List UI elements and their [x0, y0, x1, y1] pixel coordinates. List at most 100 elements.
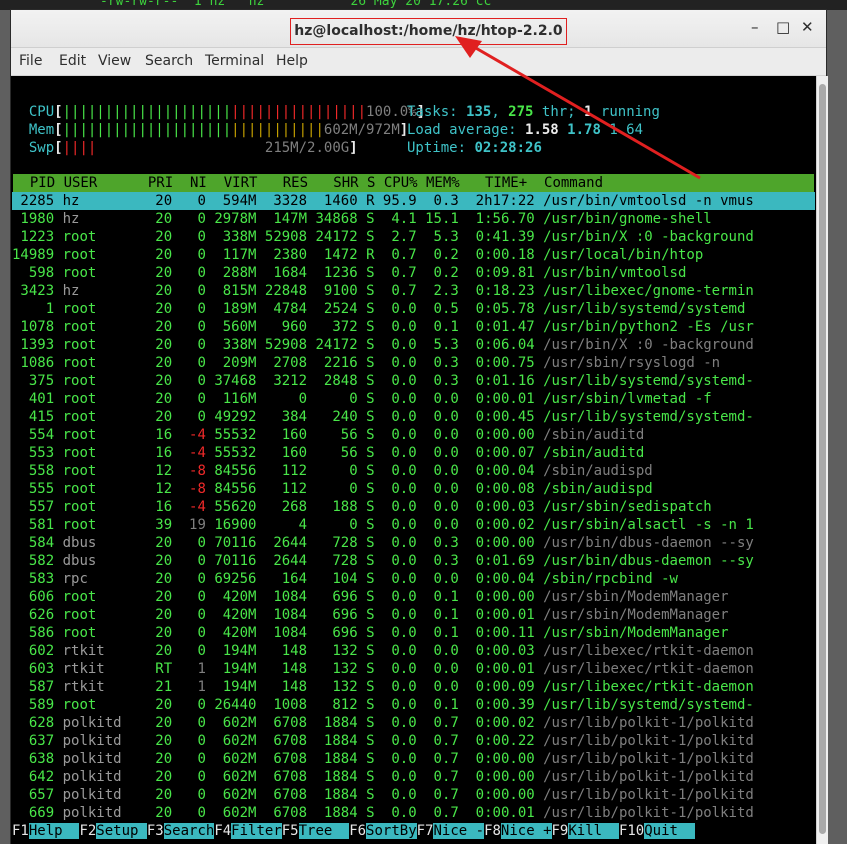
function-key-f3[interactable]: F3 [146, 823, 164, 839]
process-row[interactable]: 637 polkitd 20 0 602M 6708 1884 S 0.0 0.… [12, 732, 815, 750]
function-key-label[interactable]: Setup [96, 823, 147, 839]
pid-cell: 587 [12, 679, 55, 695]
process-row[interactable]: 598 root 20 0 288M 1684 1236 S 0.7 0.2 0… [12, 264, 815, 282]
command-cell: /usr/lib/systemd/systemd- [543, 409, 754, 425]
function-key-label[interactable]: Kill [568, 823, 619, 839]
process-row[interactable]: 553 root 16 -4 55532 160 56 S 0.0 0.0 0:… [12, 444, 815, 462]
process-row[interactable]: 589 root 20 0 26440 1008 812 S 0.0 0.1 0… [12, 696, 815, 714]
process-row[interactable]: 582 dbus 20 0 70116 2644 728 S 0.0 0.3 0… [12, 552, 815, 570]
function-key-f1[interactable]: F1 [12, 823, 29, 839]
menu-edit[interactable]: Edit [59, 53, 86, 69]
function-key-f5[interactable]: F5 [281, 823, 299, 839]
menu-help[interactable]: Help [276, 53, 308, 69]
terminal-window: hz@localhost:/home/hz/htop-2.2.0 – □ ✕ F… [10, 9, 828, 844]
cpu-cell: 0.7 [374, 247, 417, 263]
function-key-label[interactable]: Tree [298, 823, 350, 839]
shr-cell: 0 [307, 463, 358, 479]
process-row[interactable]: 375 root 20 0 37468 3212 2848 S 0.0 0.3 … [12, 372, 815, 390]
function-key-f8[interactable]: F8 [484, 823, 501, 839]
process-table-header[interactable]: PID USER PRI NI VIRT RES SHR S CPU% MEM%… [13, 174, 814, 192]
process-row[interactable]: 586 root 20 0 420M 1084 696 S 0.0 0.1 0:… [12, 624, 815, 642]
function-key-f9[interactable]: F9 [551, 823, 569, 839]
process-row[interactable]: 581 root 39 19 16900 4 0 S 0.0 0.0 0:00.… [12, 516, 815, 534]
state-cell: S [366, 769, 375, 785]
shr-cell: 696 [307, 589, 358, 605]
scrollbar-thumb[interactable] [819, 84, 826, 834]
function-key-f6[interactable]: F6 [349, 823, 367, 839]
process-row[interactable]: 606 root 20 0 420M 1084 696 S 0.0 0.1 0:… [12, 588, 815, 606]
process-row[interactable]: 401 root 20 0 116M 0 0 S 0.0 0.0 0:00.01… [12, 390, 815, 408]
process-row[interactable]: 1223 root 20 0 338M 52908 24172 S 2.7 5.… [12, 228, 815, 246]
process-row[interactable]: 584 dbus 20 0 70116 2644 728 S 0.0 0.3 0… [12, 534, 815, 552]
state-cell: S [366, 355, 375, 371]
mem-cell: 0.1 [416, 697, 459, 713]
state-cell: S [366, 445, 375, 461]
function-key-f7[interactable]: F7 [416, 823, 434, 839]
menu-file[interactable]: File [19, 53, 42, 69]
process-row[interactable]: 602 rtkit 20 0 194M 148 132 S 0.0 0.0 0:… [12, 642, 815, 660]
process-row[interactable]: 642 polkitd 20 0 602M 6708 1884 S 0.0 0.… [12, 768, 815, 786]
function-key-label[interactable]: Quit [644, 823, 695, 839]
process-row[interactable]: 558 root 12 -8 84556 112 0 S 0.0 0.0 0:0… [12, 462, 815, 480]
process-row[interactable]: 1078 root 20 0 560M 960 372 S 0.0 0.1 0:… [12, 318, 815, 336]
scrollbar[interactable] [816, 76, 828, 844]
command-cell: /sbin/audispd [543, 481, 653, 497]
function-key-label[interactable]: SortBy [366, 823, 417, 839]
pri-cell: 20 [138, 319, 173, 335]
res-cell: 112 [256, 481, 308, 497]
menu-terminal[interactable]: Terminal [205, 53, 264, 69]
function-key-label[interactable]: Nice - [433, 823, 485, 839]
menu-view[interactable]: View [98, 53, 131, 69]
process-row[interactable]: 603 rtkit RT 1 194M 148 132 S 0.0 0.0 0:… [12, 660, 815, 678]
process-row[interactable]: 555 root 12 -8 84556 112 0 S 0.0 0.0 0:0… [12, 480, 815, 498]
command-cell: /usr/sbin/ModemManager [543, 607, 729, 623]
function-key-label[interactable]: Filter [231, 823, 282, 839]
process-row[interactable]: 2285 hz 20 0 594M 3328 1460 R 95.9 0.3 2… [12, 192, 815, 210]
process-row[interactable]: 628 polkitd 20 0 602M 6708 1884 S 0.0 0.… [12, 714, 815, 732]
function-key-f4[interactable]: F4 [214, 823, 232, 839]
terminal-content[interactable]: CPU[||||||||||||||||||||||||||||||||||||… [11, 76, 816, 844]
process-row[interactable]: 557 root 16 -4 55620 268 188 S 0.0 0.0 0… [12, 498, 815, 516]
pid-cell: 657 [12, 787, 55, 803]
process-row[interactable]: 14989 root 20 0 117M 2380 1472 R 0.7 0.2… [12, 246, 815, 264]
process-row[interactable]: 657 polkitd 20 0 602M 6708 1884 S 0.0 0.… [12, 786, 815, 804]
time-cell: 0:00.03 [458, 499, 535, 515]
function-key-label[interactable]: Search [163, 823, 215, 839]
command-cell: /usr/bin/vmtoolsd [543, 265, 687, 281]
menu-search[interactable]: Search [145, 53, 193, 69]
minimize-icon[interactable]: – [751, 20, 759, 35]
function-key-f10[interactable]: F10 [618, 823, 645, 839]
process-row[interactable]: 415 root 20 0 49292 384 240 S 0.0 0.0 0:… [12, 408, 815, 426]
process-row[interactable]: 638 polkitd 20 0 602M 6708 1884 S 0.0 0.… [12, 750, 815, 768]
state-cell: S [366, 283, 375, 299]
process-row[interactable]: 583 rpc 20 0 69256 164 104 S 0.0 0.0 0:0… [12, 570, 815, 588]
process-row[interactable]: 626 root 20 0 420M 1084 696 S 0.0 0.1 0:… [12, 606, 815, 624]
function-key-label[interactable]: Nice + [500, 823, 552, 839]
process-row[interactable]: 1086 root 20 0 209M 2708 2216 S 0.0 0.3 … [12, 354, 815, 372]
close-icon[interactable]: ✕ [801, 20, 814, 35]
process-row[interactable]: 554 root 16 -4 55532 160 56 S 0.0 0.0 0:… [12, 426, 815, 444]
function-key-label[interactable]: Help [28, 823, 80, 839]
mem-cell: 0.7 [416, 733, 459, 749]
command-cell: /sbin/auditd [543, 445, 645, 461]
function-key-f2[interactable]: F2 [79, 823, 97, 839]
time-cell: 0:01.47 [458, 319, 535, 335]
maximize-icon[interactable]: □ [776, 20, 790, 35]
virt-cell: 602M [205, 733, 257, 749]
process-row[interactable]: 1 root 20 0 189M 4784 2524 S 0.0 0.5 0:0… [12, 300, 815, 318]
process-row[interactable]: 1393 root 20 0 338M 52908 24172 S 0.0 5.… [12, 336, 815, 354]
virt-cell: 420M [205, 607, 257, 623]
titlebar[interactable]: hz@localhost:/home/hz/htop-2.2.0 – □ ✕ [11, 10, 826, 48]
pri-cell: 20 [138, 571, 173, 587]
ni-cell: 0 [172, 283, 206, 299]
process-row[interactable]: 3423 hz 20 0 815M 22848 9100 S 0.7 2.3 0… [12, 282, 815, 300]
command-cell: /usr/bin/X :0 -background [543, 229, 754, 245]
shr-cell: 2524 [307, 301, 358, 317]
process-row[interactable]: 669 polkitd 20 0 602M 6708 1884 S 0.0 0.… [12, 804, 815, 822]
shr-cell: 9100 [307, 283, 358, 299]
process-row[interactable]: 1980 hz 20 0 2978M 147M 34868 S 4.1 15.1… [12, 210, 815, 228]
process-row[interactable]: 587 rtkit 21 1 194M 148 132 S 0.0 0.0 0:… [12, 678, 815, 696]
time-cell: 0:00.00 [458, 427, 535, 443]
ni-cell: 0 [172, 769, 206, 785]
ni-cell: 0 [172, 265, 206, 281]
